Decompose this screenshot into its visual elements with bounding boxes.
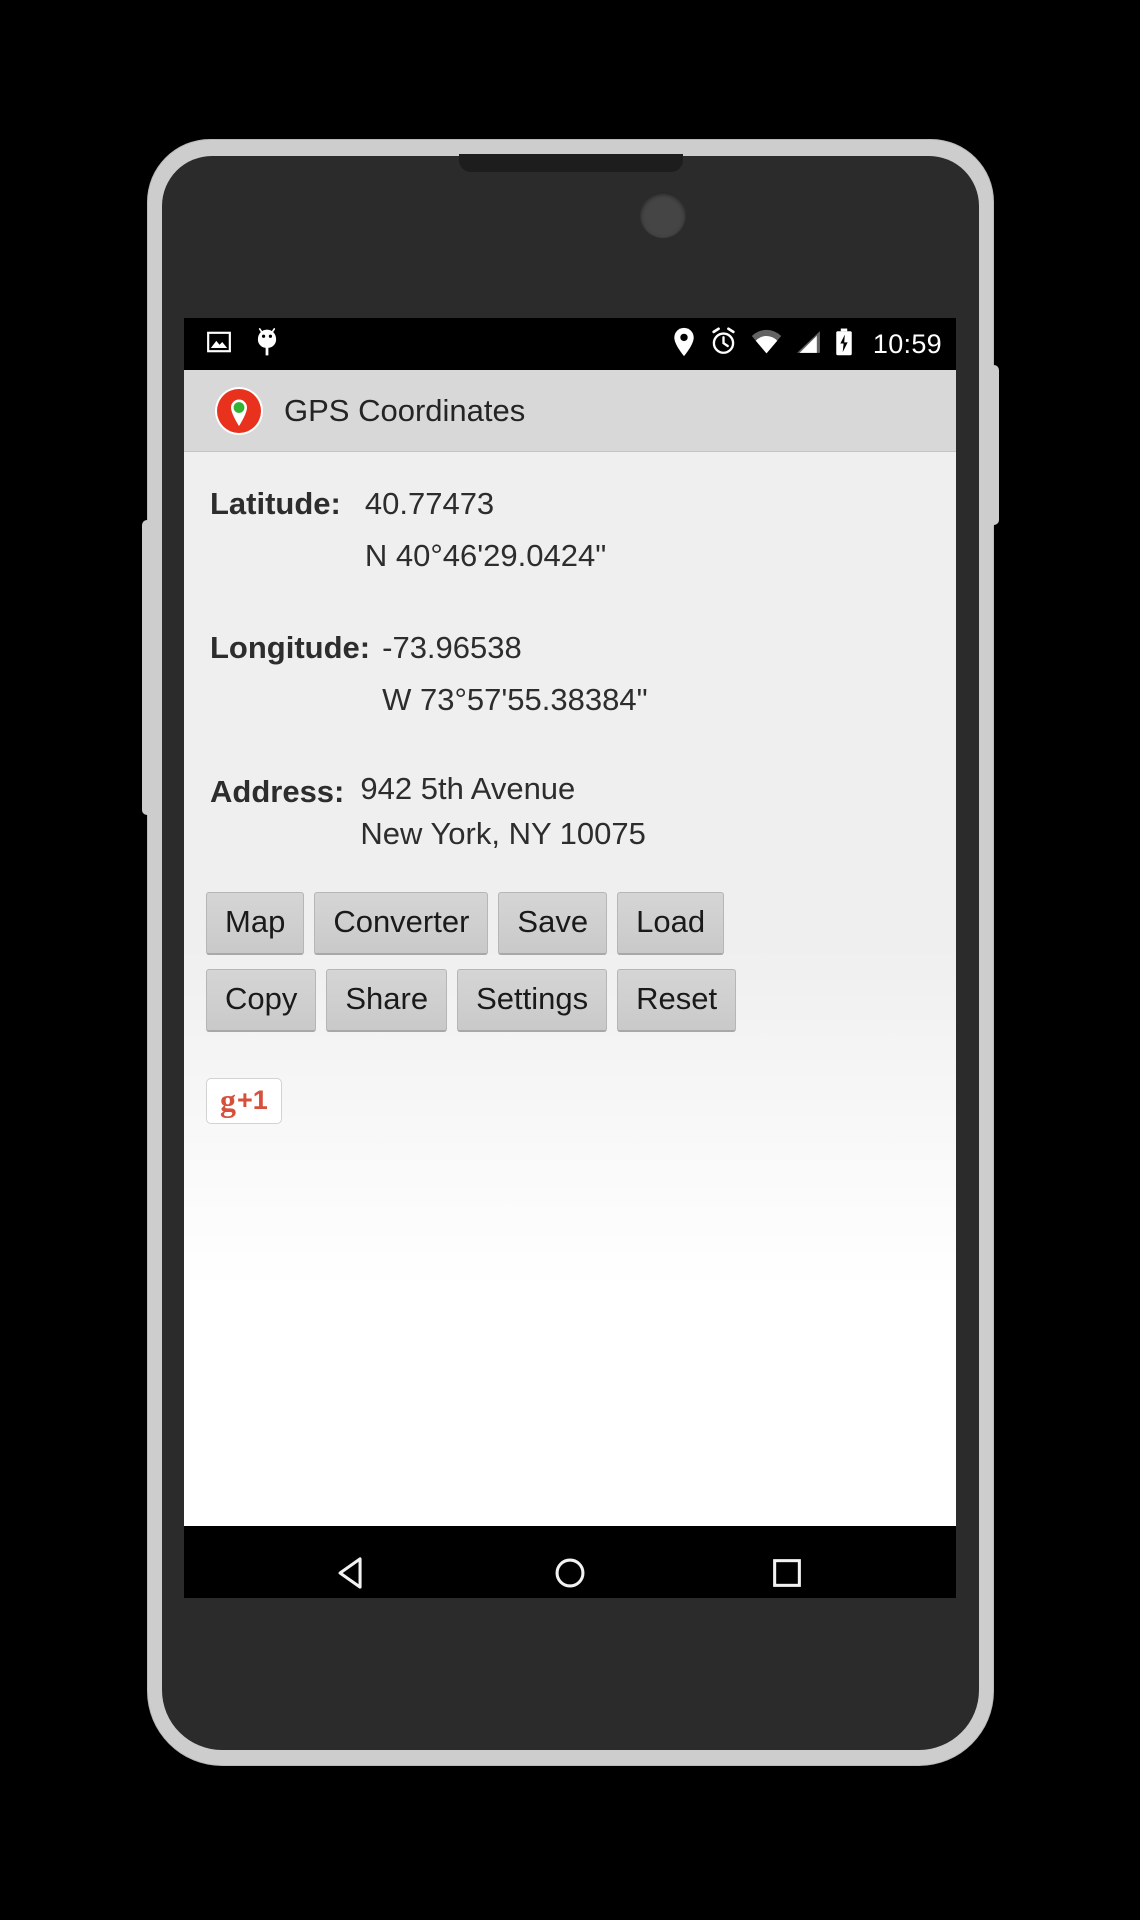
screenshot-image-icon [206, 329, 232, 360]
latitude-label: Latitude: [210, 486, 341, 521]
app-title: GPS Coordinates [284, 392, 526, 428]
plus-one-wrap: g +1 [184, 1046, 956, 1124]
longitude-decimal-value: -73.96538 [382, 630, 522, 665]
button-row-primary: Map Converter Save Load [184, 892, 956, 955]
alarm-clock-icon [709, 327, 738, 361]
status-bar-clock: 10:59 [872, 328, 942, 359]
latitude-values: 40.77473 N 40°46'29.0424" [365, 478, 606, 582]
home-button[interactable] [531, 1534, 609, 1598]
latitude-decimal-value: 40.77473 [364, 486, 495, 521]
settings-button[interactable]: Settings [457, 969, 608, 1032]
gps-map-pin-icon [214, 386, 264, 436]
recents-button[interactable] [748, 1534, 826, 1598]
longitude-row: Longitude: -73.96538 W 73°57'55.38384" [184, 622, 956, 726]
copy-button[interactable]: Copy [206, 969, 317, 1032]
address-line-2: New York, NY 10075 [360, 816, 646, 851]
app-content: Latitude: 40.77473 N 40°46'29.0424" Long… [184, 452, 956, 1526]
plus-one-glyph: +1 [237, 1085, 268, 1115]
longitude-label: Longitude: [210, 630, 371, 665]
power-button[interactable] [990, 365, 999, 525]
share-button[interactable]: Share [326, 969, 448, 1032]
latitude-dms-value: N 40°46'29.0424" [364, 538, 607, 573]
phone-screen: 10:59 GPS Coordinates Latitude: 40.77473 [184, 318, 956, 1598]
save-button[interactable]: Save [498, 892, 608, 955]
app-action-bar: GPS Coordinates [184, 370, 956, 452]
status-bar-right-icons: 10:59 [672, 327, 942, 362]
cell-signal-icon [795, 329, 822, 360]
status-bar-left-icons [206, 327, 280, 362]
address-line-1: 942 5th Avenue [360, 771, 576, 806]
button-row-secondary: Copy Share Settings Reset [184, 969, 956, 1032]
longitude-values: -73.96538 W 73°57'55.38384" [382, 622, 647, 726]
back-button[interactable] [314, 1534, 392, 1598]
converter-button[interactable]: Converter [314, 892, 489, 955]
android-debug-icon [254, 327, 280, 362]
load-button[interactable]: Load [617, 892, 725, 955]
map-button[interactable]: Map [206, 892, 305, 955]
volume-button[interactable] [142, 520, 151, 815]
address-row: Address: 942 5th Avenue New York, NY 100… [184, 766, 956, 856]
google-g-glyph: g [220, 1082, 236, 1118]
longitude-dms-value: W 73°57'55.38384" [382, 682, 648, 717]
reset-button[interactable]: Reset [617, 969, 737, 1032]
wifi-icon [751, 329, 782, 360]
earpiece-speaker [458, 154, 683, 172]
front-camera [640, 192, 686, 238]
latitude-row: Latitude: 40.77473 N 40°46'29.0424" [184, 478, 956, 582]
google-plus-one-button[interactable]: g +1 [206, 1078, 282, 1124]
screenshot-stage: 10:59 GPS Coordinates Latitude: 40.77473 [0, 0, 1140, 1920]
status-bar: 10:59 [184, 318, 956, 370]
address-label: Address: [210, 774, 345, 809]
battery-charging-icon [835, 328, 853, 361]
android-nav-bar [184, 1526, 956, 1598]
address-values: 942 5th Avenue New York, NY 10075 [360, 766, 646, 856]
location-pin-icon [672, 327, 696, 362]
